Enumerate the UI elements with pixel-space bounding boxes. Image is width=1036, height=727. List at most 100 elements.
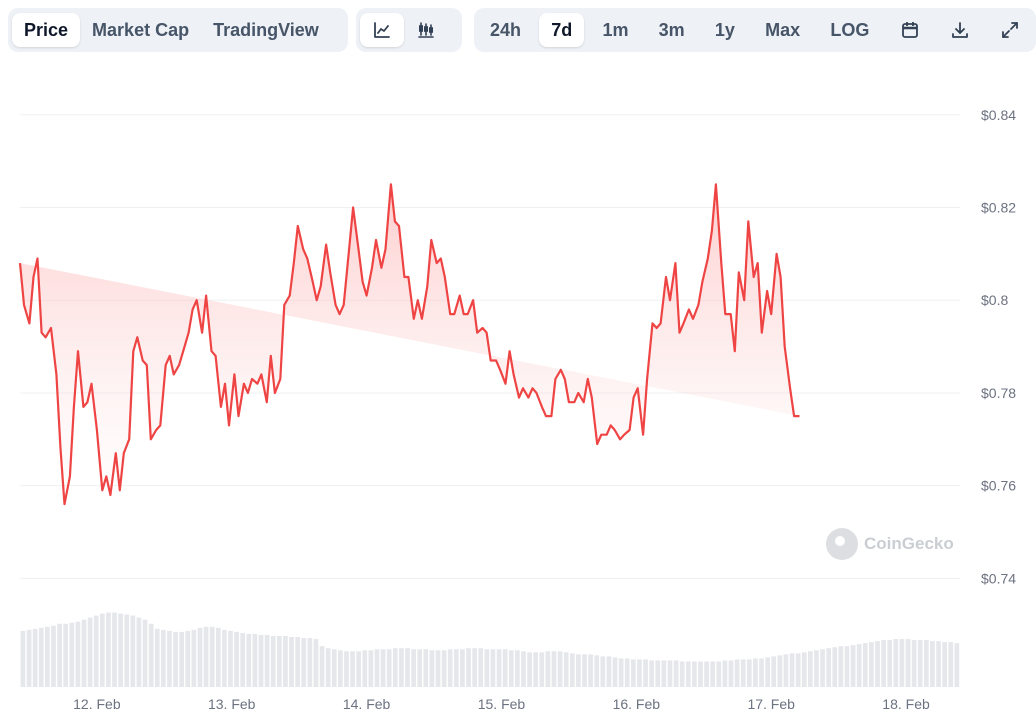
volume-bar — [331, 649, 337, 687]
volume-bar — [594, 655, 600, 687]
volume-bar — [771, 656, 777, 687]
volume-bar — [899, 639, 905, 687]
volume-bar — [106, 612, 111, 687]
volume-bar — [99, 613, 105, 687]
volume-bar — [264, 634, 270, 687]
volume-bar — [911, 640, 917, 687]
volume-bar — [160, 629, 166, 687]
volume-bar — [87, 617, 93, 687]
volume-bar — [148, 623, 154, 687]
volume-bar — [301, 638, 307, 687]
volume-bar — [942, 642, 947, 687]
volume-bar — [392, 648, 398, 687]
x-tick-label: 15. Feb — [478, 696, 526, 712]
volume-bar — [386, 649, 392, 687]
volume-bar — [728, 660, 734, 687]
volume-bar — [173, 631, 178, 687]
volume-bar — [515, 650, 520, 687]
volume-bar — [569, 653, 575, 687]
volume-bar — [356, 651, 362, 687]
volume-bar — [38, 627, 44, 687]
volume-bar — [893, 639, 899, 687]
volume-bar — [283, 636, 288, 687]
volume-bar — [808, 651, 813, 687]
volume-bar — [453, 649, 459, 687]
volume-bar — [637, 659, 642, 687]
price-chart: $0.84 $0.82 $0.8 $0.78 $0.76 $0.74 12. Feb 13.… — [18, 107, 1016, 712]
y-tick-label: $0.74 — [981, 570, 1016, 586]
x-tick-label: 12. Feb — [73, 696, 121, 712]
price-area — [20, 184, 800, 505]
volume-bar — [270, 636, 276, 687]
volume-bar — [783, 654, 789, 687]
volume-bar — [350, 651, 355, 687]
volume-bars — [20, 612, 960, 687]
volume-bar — [887, 640, 893, 687]
x-tick-label: 17. Feb — [747, 696, 795, 712]
volume-bar — [869, 642, 874, 687]
volume-bar — [881, 640, 886, 687]
volume-bar — [710, 661, 716, 687]
volume-bar — [222, 629, 227, 687]
volume-bar — [118, 613, 123, 687]
volume-bar — [954, 643, 960, 687]
volume-bar — [630, 659, 636, 687]
volume-bar — [313, 639, 319, 687]
y-tick-label: $0.76 — [981, 478, 1016, 494]
volume-bar — [154, 628, 160, 687]
volume-bar — [124, 614, 130, 687]
volume-bar — [136, 617, 142, 687]
volume-bar — [197, 627, 203, 687]
volume-bar — [368, 650, 374, 687]
volume-bar — [716, 661, 722, 687]
volume-bar — [307, 638, 313, 687]
volume-bar — [57, 623, 62, 687]
volume-bar — [533, 652, 539, 687]
volume-bar — [411, 649, 416, 687]
volume-bar — [600, 656, 606, 687]
volume-bar — [612, 657, 618, 687]
volume-bar — [692, 661, 697, 687]
volume-bar — [588, 654, 593, 687]
volume-bar — [618, 658, 624, 687]
volume-bar — [344, 651, 349, 687]
volume-bar — [362, 650, 368, 687]
volume-bar — [661, 660, 667, 687]
volume-bar — [948, 642, 954, 687]
volume-bar — [905, 639, 911, 687]
y-tick-label: $0.82 — [981, 200, 1016, 216]
volume-bar — [801, 652, 807, 687]
volume-bar — [917, 640, 923, 687]
volume-bar — [765, 657, 770, 687]
volume-bar — [246, 633, 252, 687]
volume-bar — [508, 650, 514, 687]
volume-bar — [45, 626, 50, 687]
volume-bar — [753, 658, 758, 687]
volume-bar — [740, 659, 746, 687]
volume-bar — [789, 653, 795, 687]
volume-bar — [624, 658, 630, 687]
volume-bar — [75, 621, 81, 687]
volume-bar — [606, 656, 612, 687]
volume-bar — [930, 641, 935, 687]
volume-bar — [539, 652, 545, 687]
volume-bar — [820, 649, 825, 687]
volume-bar — [276, 636, 282, 687]
volume-bar — [649, 660, 655, 687]
volume-bar — [295, 637, 300, 687]
volume-bar — [215, 627, 221, 687]
x-tick-label: 18. Feb — [882, 696, 930, 712]
volume-bar — [814, 650, 819, 687]
volume-bar — [203, 626, 209, 687]
volume-bar — [234, 631, 239, 687]
coingecko-logo-icon — [826, 528, 858, 560]
volume-bar — [643, 659, 648, 687]
volume-bar — [63, 623, 69, 687]
volume-bar — [496, 649, 502, 687]
volume-bar — [582, 654, 587, 687]
volume-bar — [209, 626, 215, 687]
volume-bar — [258, 634, 264, 687]
volume-bar — [759, 658, 764, 687]
volume-bar — [826, 648, 832, 687]
volume-bar — [228, 630, 233, 687]
